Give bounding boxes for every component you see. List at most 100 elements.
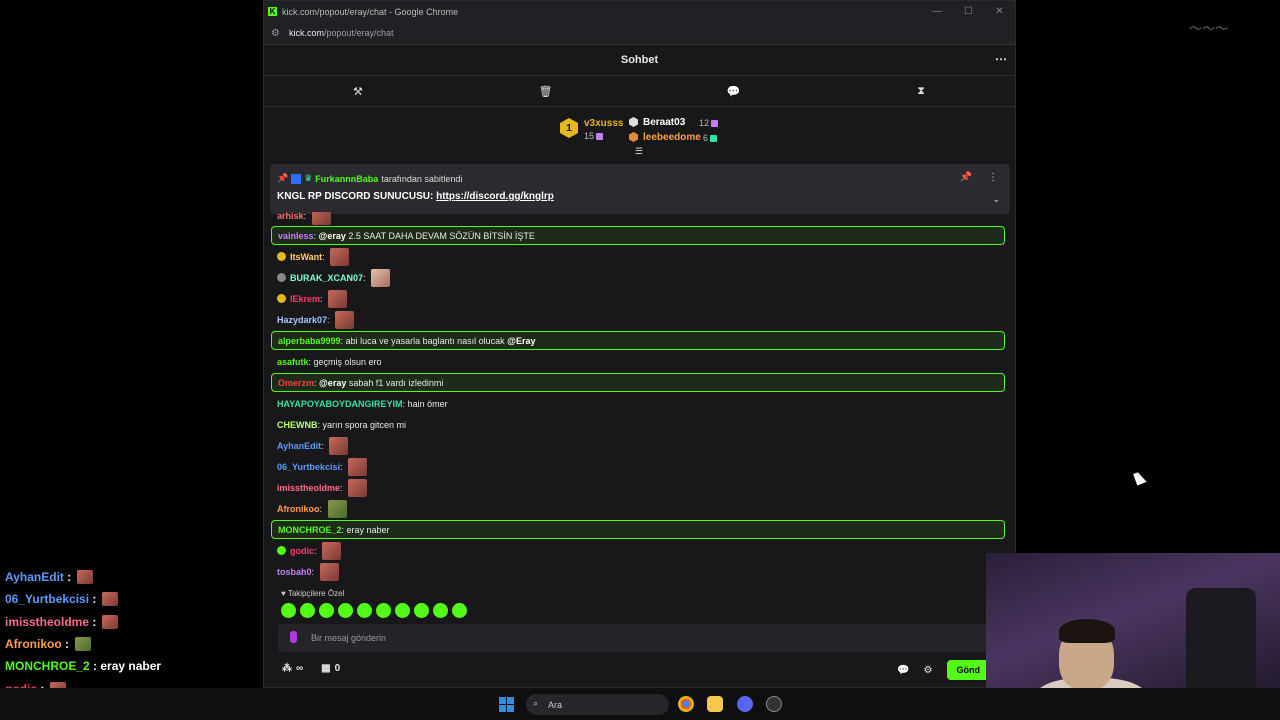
gift-leaderboard: 1 v3xusss 15 Beraat03 12 leebeedome 6 ☰: [264, 107, 1015, 157]
address-bar[interactable]: ⚙ kick.com/popout/eray/chat: [264, 22, 1015, 45]
chat-message[interactable]: ItsWant:: [271, 247, 1005, 266]
message-username[interactable]: vainless: [278, 231, 314, 241]
message-mention[interactable]: @Eray: [505, 336, 535, 346]
emote-image: [330, 247, 350, 266]
emote-button[interactable]: [357, 603, 372, 618]
chat-message[interactable]: Omerzm: @eray sabah f1 vardı izledinmi: [271, 373, 1005, 392]
overlay-emote-image: [75, 637, 92, 651]
store-icon[interactable]: ▦: [321, 663, 330, 674]
chat-message[interactable]: lEkrem:: [271, 289, 1005, 308]
chat-message[interactable]: AyhanEdit:: [271, 436, 1005, 455]
chat-message[interactable]: vainless: @eray 2.5 SAAT DAHA DEVAM SÖZÜ…: [271, 226, 1005, 245]
message-username[interactable]: godic: [290, 546, 314, 556]
message-username[interactable]: ItsWant: [290, 252, 322, 262]
chat-message[interactable]: CHEWNB: yarın spora gitcen mi: [271, 415, 1005, 434]
windows-start-icon[interactable]: [499, 697, 514, 712]
message-username[interactable]: BURAK_XCAN07: [290, 273, 363, 283]
chat-message[interactable]: Hazydark07:: [271, 310, 1005, 329]
chevron-down-icon[interactable]: ⌄: [992, 194, 1000, 205]
message-username[interactable]: Omerzm: [278, 378, 314, 388]
emote-button[interactable]: [395, 603, 410, 618]
message-username[interactable]: 06_Yurtbekcisi: [277, 462, 340, 472]
message-separator: :: [321, 440, 327, 451]
message-mention[interactable]: @eray: [319, 231, 349, 241]
settings-gear-icon[interactable]: ⚙: [924, 665, 933, 676]
rank-two-badge: [629, 117, 638, 127]
pinned-more-icon[interactable]: ⋮: [988, 172, 998, 183]
message-separator: :: [340, 461, 346, 472]
site-settings-icon[interactable]: ⚙: [271, 28, 280, 39]
leader-third-name[interactable]: leebeedome: [643, 132, 701, 143]
chat-message[interactable]: Afronikoo:: [271, 499, 1005, 518]
chat-bubble-icon[interactable]: 💬: [640, 76, 828, 106]
app-icon[interactable]: [766, 696, 782, 712]
search-icon: ⌕: [533, 698, 539, 708]
hammer-icon[interactable]: ⚒: [264, 76, 452, 106]
message-input[interactable]: Bir mesaj gönderin: [278, 624, 998, 652]
message-mention[interactable]: @eray: [319, 378, 349, 388]
message-username[interactable]: Afronikoo: [277, 504, 320, 514]
emote-button[interactable]: [452, 603, 467, 618]
rank-three-badge: [629, 132, 638, 142]
pinned-link[interactable]: https://discord.gg/knglrp: [436, 191, 554, 202]
message-username[interactable]: Hazydark07: [277, 315, 327, 325]
hourglass-icon[interactable]: ⧗: [827, 76, 1015, 106]
close-icon[interactable]: ✕: [984, 6, 1015, 17]
chat-message[interactable]: imisstheoldme:: [271, 478, 1005, 497]
message-username[interactable]: tosbah0: [277, 567, 312, 577]
unpin-icon[interactable]: 📌: [960, 172, 972, 183]
emote-button[interactable]: [414, 603, 429, 618]
emote-button[interactable]: [338, 603, 353, 618]
streamer-hair: [1059, 619, 1115, 643]
emote-button[interactable]: [376, 603, 391, 618]
emote-button[interactable]: [319, 603, 334, 618]
pin-icon: 📌: [277, 173, 289, 183]
message-separator: :: [327, 314, 333, 325]
overlay-emote-image: [77, 570, 94, 584]
emote-button[interactable]: [433, 603, 448, 618]
file-explorer-icon[interactable]: [707, 696, 723, 712]
emote-image: [335, 310, 355, 329]
chat-message[interactable]: HAYAPOYABOYDANGIREYIM: hain ömer: [271, 394, 1005, 413]
pinned-by-user[interactable]: FurkannnBaba: [315, 174, 378, 184]
minimize-icon[interactable]: —: [922, 6, 953, 17]
message-username[interactable]: CHEWNB: [277, 420, 318, 430]
chat-message[interactable]: BURAK_XCAN07:: [271, 268, 1005, 287]
discord-icon[interactable]: [737, 696, 753, 712]
scroll-down-icon[interactable]: ☰: [635, 146, 643, 157]
message-username[interactable]: AyhanEdit: [277, 441, 321, 451]
chat-message[interactable]: tosbah0:: [271, 562, 1005, 581]
message-username[interactable]: MONCHROE_2: [278, 525, 342, 535]
overlay-text: :: [63, 570, 72, 584]
leader-second-name[interactable]: Beraat03: [643, 117, 685, 128]
message-username[interactable]: lEkrem: [290, 294, 320, 304]
send-button[interactable]: Gönd: [946, 660, 990, 680]
chat-message[interactable]: godic:: [271, 541, 1005, 560]
chat-message[interactable]: 06_Yurtbekcisi:: [271, 457, 1005, 476]
follower-only-label: ♥ Takipçilere Özel: [281, 589, 345, 598]
message-username[interactable]: alperbaba9999: [278, 336, 341, 346]
overlay-message: 06_Yurtbekcisi :: [5, 592, 119, 606]
emote-button[interactable]: [281, 603, 296, 618]
chat-message[interactable]: alperbaba9999: abi luca ve yasarla bagla…: [271, 331, 1005, 350]
message-username[interactable]: arhisk: [277, 212, 304, 221]
message-username[interactable]: asafutk: [277, 357, 309, 367]
more-options-icon[interactable]: ⋯: [995, 52, 1007, 66]
emote-button[interactable]: [300, 603, 315, 618]
chat-message[interactable]: arhisk:: [271, 212, 1005, 225]
message-separator: :: [303, 212, 309, 221]
emote-image: [319, 562, 339, 581]
points-icon[interactable]: ⁂: [282, 663, 292, 674]
chrome-icon[interactable]: [678, 696, 694, 712]
message-username[interactable]: HAYAPOYABOYDANGIREYIM: [277, 399, 403, 409]
message-username[interactable]: imisstheoldme: [277, 483, 340, 493]
maximize-icon[interactable]: ☐: [953, 6, 984, 17]
microphone-icon[interactable]: [290, 631, 297, 643]
chat-message[interactable]: MONCHROE_2: eray naber: [271, 520, 1005, 539]
taskbar-search[interactable]: ⌕ Ara: [526, 694, 669, 715]
leader-first-name[interactable]: v3xusss: [584, 118, 623, 129]
overlay-username: imisstheoldme: [5, 615, 90, 629]
chat-settings-bubble-icon[interactable]: 💬: [897, 665, 909, 676]
trash-icon[interactable]: 🗑: [452, 76, 640, 106]
chat-message[interactable]: asafutk: geçmiş olsun ero: [271, 352, 1005, 371]
